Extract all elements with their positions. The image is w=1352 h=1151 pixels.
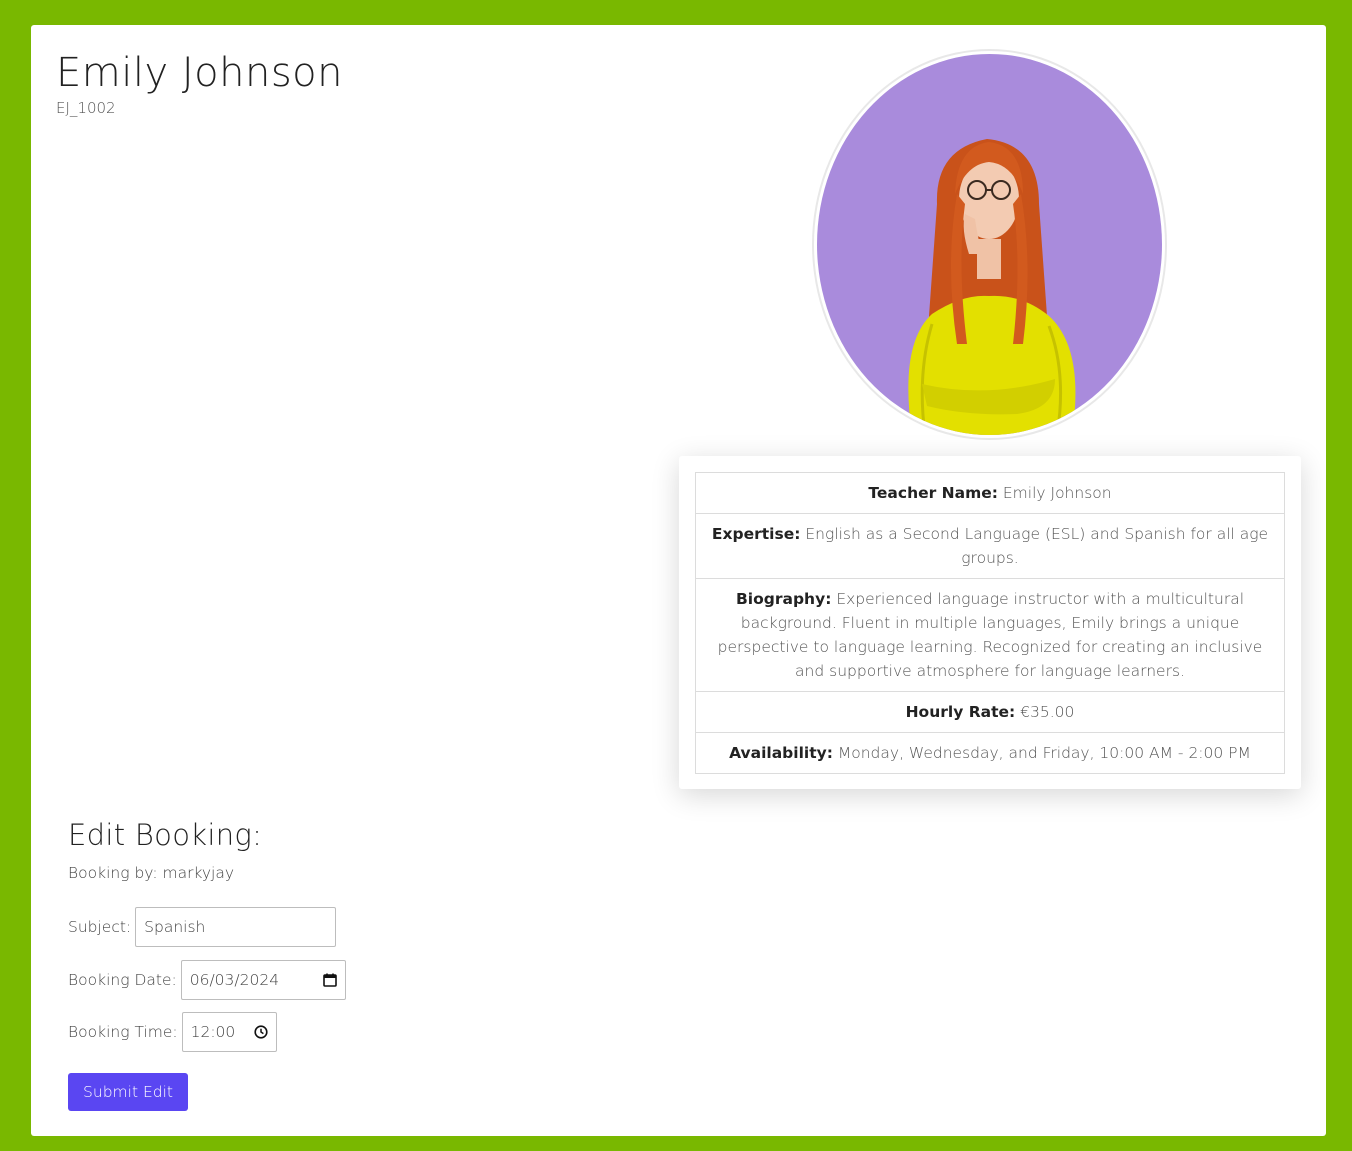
biography-row: Biography: Experienced language instruct… <box>695 578 1285 692</box>
booking-time-input[interactable]: 12:00 <box>181 1012 277 1052</box>
booking-time-value: 12:00 <box>190 1023 236 1041</box>
teacher-id: EJ_1002 <box>56 99 116 117</box>
booking-date-value: 06/03/2024 <box>189 971 280 989</box>
submit-edit-button[interactable]: Submit Edit <box>68 1073 188 1111</box>
booking-date-row: Booking Date: 06/03/2024 <box>68 960 346 1000</box>
teacher-name-cell: Teacher Name: Emily Johnson <box>695 472 1285 514</box>
booking-by-text: Booking by: markyjay <box>68 864 235 882</box>
calendar-icon[interactable] <box>322 973 337 987</box>
hourly-rate-cell: Hourly Rate: €35.00 <box>695 691 1285 733</box>
hourly-rate-value: €35.00 <box>1020 703 1075 721</box>
booking-date-input[interactable]: 06/03/2024 <box>180 960 346 1000</box>
teacher-details-table: Teacher Name: Emily Johnson Expertise: E… <box>695 472 1285 774</box>
booking-date-label: Booking Date: <box>68 971 177 989</box>
expertise-value: English as a Second Language (ESL) and S… <box>805 525 1269 567</box>
teacher-photo-image <box>817 54 1162 435</box>
booking-time-row: Booking Time: 12:00 <box>68 1012 277 1052</box>
biography-cell: Biography: Experienced language instruct… <box>695 578 1285 692</box>
subject-input[interactable]: Spanish <box>135 907 337 947</box>
teacher-profile-card: Emily Johnson EJ_1002 Teacher Name: Emil… <box>31 25 1326 1136</box>
page-title: Emily Johnson <box>56 50 343 96</box>
subject-row: Subject: Spanish <box>68 907 337 947</box>
availability-cell: Availability: Monday, Wednesday, and Fri… <box>695 732 1285 774</box>
availability-label: Availability: <box>729 744 833 762</box>
availability-value: Monday, Wednesday, and Friday, 10:00 AM … <box>837 744 1251 762</box>
biography-label: Biography: <box>735 590 832 608</box>
teacher-details-panel: Teacher Name: Emily Johnson Expertise: E… <box>679 456 1301 789</box>
expertise-label: Expertise: <box>711 525 801 543</box>
expertise-cell: Expertise: English as a Second Language … <box>695 513 1285 579</box>
hourly-rate-label: Hourly Rate: <box>905 703 1016 721</box>
teacher-photo <box>812 49 1167 440</box>
subject-input-value: Spanish <box>144 918 206 936</box>
booking-time-label: Booking Time: <box>68 1023 178 1041</box>
teacher-name-value: Emily Johnson <box>1002 484 1112 502</box>
teacher-name-label: Teacher Name: <box>868 484 998 502</box>
expertise-row: Expertise: English as a Second Language … <box>695 513 1285 579</box>
subject-label: Subject: <box>68 918 132 936</box>
teacher-name-row: Teacher Name: Emily Johnson <box>695 472 1285 514</box>
edit-booking-heading: Edit Booking: <box>68 818 263 852</box>
availability-row: Availability: Monday, Wednesday, and Fri… <box>695 732 1285 774</box>
clock-icon[interactable] <box>254 1025 268 1039</box>
hourly-rate-row: Hourly Rate: €35.00 <box>695 691 1285 733</box>
